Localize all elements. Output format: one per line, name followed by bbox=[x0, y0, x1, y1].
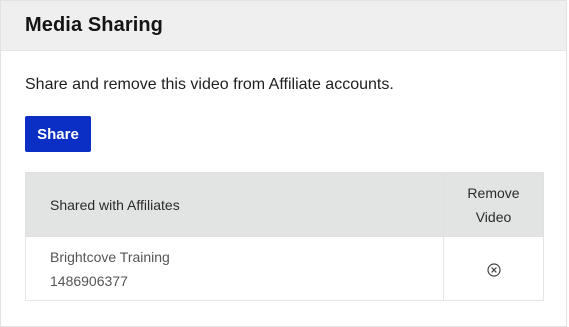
remove-cell bbox=[443, 236, 544, 301]
media-sharing-panel: Media Sharing Share and remove this vide… bbox=[0, 0, 567, 327]
column-header-remove-line1: Remove bbox=[467, 184, 520, 201]
affiliate-cell: Brightcove Training 1486906377 bbox=[25, 236, 444, 301]
share-button[interactable]: Share bbox=[25, 116, 91, 152]
panel-body: Share and remove this video from Affilia… bbox=[1, 51, 566, 301]
panel-title: Media Sharing bbox=[25, 14, 163, 36]
column-header-shared-with: Shared with Affiliates bbox=[25, 172, 444, 237]
affiliate-name: Brightcove Training bbox=[50, 248, 170, 265]
circle-x-icon[interactable] bbox=[486, 263, 501, 277]
table-row: Brightcove Training 1486906377 bbox=[25, 236, 544, 301]
table-header-row: Shared with Affiliates Remove Video bbox=[25, 172, 544, 237]
column-header-remove-line2: Video bbox=[475, 208, 512, 225]
affiliates-table: Shared with Affiliates Remove Video Brig… bbox=[25, 172, 544, 301]
affiliate-id: 1486906377 bbox=[50, 272, 128, 289]
panel-description: Share and remove this video from Affilia… bbox=[25, 76, 394, 93]
column-header-remove-video: Remove Video bbox=[443, 172, 544, 237]
panel-header: Media Sharing bbox=[1, 1, 566, 51]
